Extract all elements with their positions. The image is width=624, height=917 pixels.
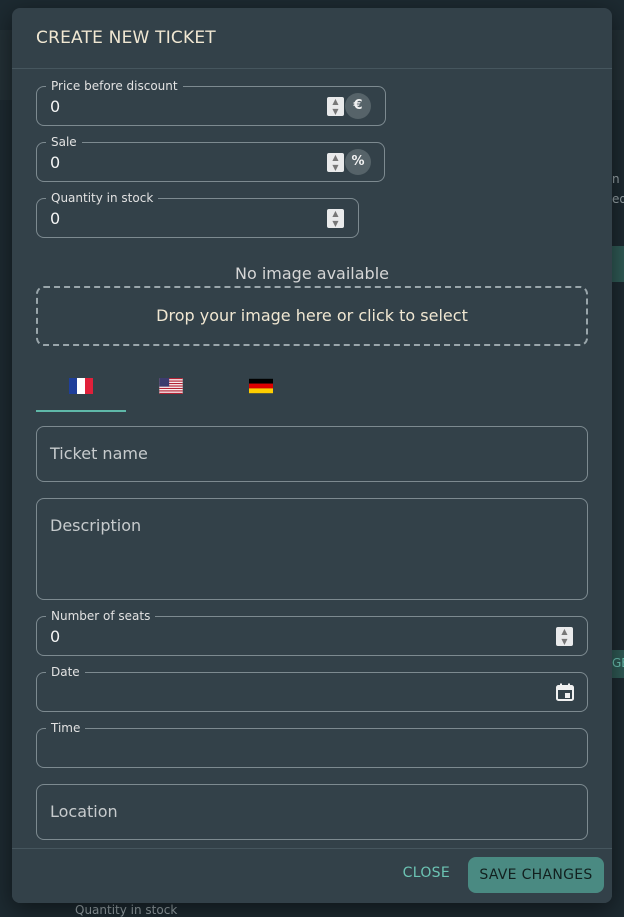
stepper-up-icon[interactable]: ▲ xyxy=(327,209,344,219)
price-value: 0 xyxy=(50,97,61,116)
create-ticket-dialog: CREATE NEW TICKET Price before discount … xyxy=(12,8,612,903)
close-button[interactable]: CLOSE xyxy=(403,865,450,881)
sale-field[interactable]: Sale 0 ▲ ▼ % xyxy=(36,134,385,182)
language-tabs xyxy=(36,370,588,412)
number-of-seats-field[interactable]: Number of seats 0 ▲ ▼ xyxy=(36,608,588,656)
percent-icon: % xyxy=(345,149,371,175)
stepper-up-icon[interactable]: ▲ xyxy=(327,97,344,107)
sale-stepper[interactable]: ▲ ▼ xyxy=(327,153,344,172)
calendar-icon[interactable] xyxy=(555,682,575,702)
quantity-stepper[interactable]: ▲ ▼ xyxy=(327,209,344,228)
price-before-discount-field[interactable]: Price before discount 0 ▲ ▼ € xyxy=(36,78,386,126)
euro-icon: € xyxy=(345,93,371,119)
date-label: Date xyxy=(46,664,85,680)
quantity-in-stock-field[interactable]: Quantity in stock 0 ▲ ▼ xyxy=(36,190,359,238)
location-placeholder: Location xyxy=(50,802,118,821)
germany-flag-icon xyxy=(249,378,273,394)
ticket-name-placeholder: Ticket name xyxy=(50,444,148,463)
save-changes-button[interactable]: SAVE CHANGES xyxy=(468,857,604,893)
tab-english[interactable] xyxy=(126,370,216,410)
dialog-title: CREATE NEW TICKET xyxy=(36,28,216,48)
image-dropzone[interactable]: Drop your image here or click to select xyxy=(36,286,588,346)
ticket-name-field[interactable]: Ticket name xyxy=(36,426,588,482)
dialog-header: CREATE NEW TICKET xyxy=(12,8,612,69)
price-stepper[interactable]: ▲ ▼ xyxy=(327,97,344,116)
quantity-label: Quantity in stock xyxy=(46,190,159,206)
stepper-up-icon[interactable]: ▲ xyxy=(556,627,573,637)
seats-label: Number of seats xyxy=(46,608,156,624)
usa-flag-icon xyxy=(159,378,183,394)
background-button-peek xyxy=(612,246,624,282)
dialog-footer: CLOSE SAVE CHANGES xyxy=(12,848,612,903)
time-field[interactable]: Time xyxy=(36,720,588,768)
stepper-down-icon[interactable]: ▼ xyxy=(327,163,344,173)
sale-label: Sale xyxy=(46,134,82,150)
background-text-peek-3: GE xyxy=(612,656,624,670)
stepper-up-icon[interactable]: ▲ xyxy=(327,153,344,163)
background-text-peek: n i xyxy=(612,172,624,186)
description-placeholder: Description xyxy=(50,516,142,535)
stepper-down-icon[interactable]: ▼ xyxy=(556,637,573,647)
stepper-down-icon[interactable]: ▼ xyxy=(327,107,344,117)
background-quantity-label: Quantity in stock xyxy=(75,903,178,917)
seats-value: 0 xyxy=(50,627,61,646)
location-field[interactable]: Location xyxy=(36,784,588,840)
no-image-text: No image available xyxy=(235,264,389,283)
date-field[interactable]: Date xyxy=(36,664,588,712)
time-label: Time xyxy=(46,720,86,736)
tab-german[interactable] xyxy=(216,370,306,410)
price-label: Price before discount xyxy=(46,78,183,94)
tab-french[interactable] xyxy=(36,370,126,412)
stepper-down-icon[interactable]: ▼ xyxy=(327,219,344,229)
background-text-peek-2: ed xyxy=(612,192,624,206)
quantity-value: 0 xyxy=(50,209,61,228)
sale-value: 0 xyxy=(50,153,61,172)
seats-stepper[interactable]: ▲ ▼ xyxy=(556,627,573,646)
description-field[interactable]: Description xyxy=(36,498,588,600)
france-flag-icon xyxy=(69,378,93,394)
